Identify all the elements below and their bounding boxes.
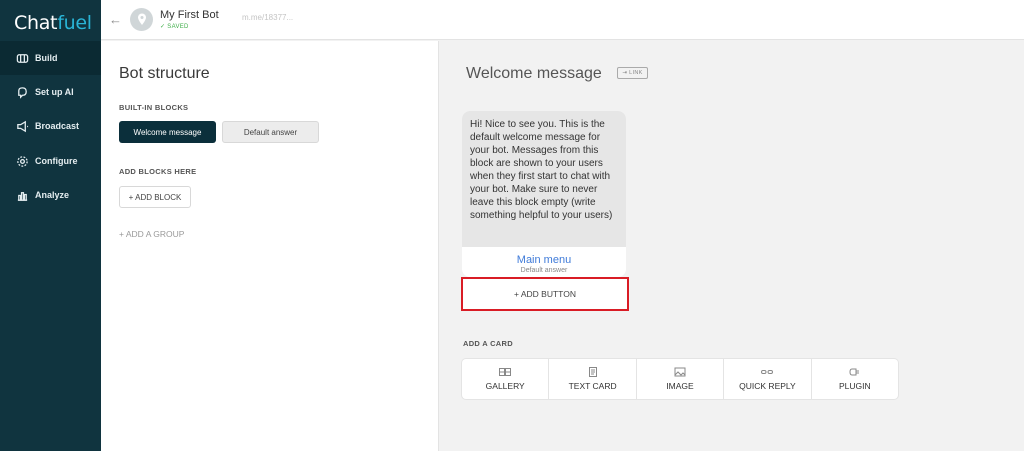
link-button[interactable]: ⇥ LINK [617,67,648,79]
sidebar-item-set-up-ai[interactable]: Set up AI [0,75,101,109]
builtin-blocks-label: BUILT-IN BLOCKS [119,103,189,112]
sidebar-item-build[interactable]: Build [0,41,101,75]
plugin-icon [849,368,859,376]
top-bar: ← My First Bot ✓ SAVED m.me/18377... [101,0,1024,40]
block-title[interactable]: Welcome message [466,65,602,83]
ai-icon [18,86,27,99]
back-arrow-icon[interactable]: ← [109,12,122,27]
add-card-label: ADD A CARD [463,339,513,348]
chatfuel-logo[interactable]: Chatfuel [14,12,92,34]
text-card-button[interactable]: TEXT CARD [549,359,637,399]
bot-link[interactable]: m.me/18377... [242,13,293,22]
card-text[interactable]: Hi! Nice to see you. This is the default… [462,111,626,247]
text-card: Hi! Nice to see you. This is the default… [462,111,626,277]
saved-status: ✓ SAVED [160,24,189,30]
megaphone-icon [17,120,29,132]
text-card-icon [588,367,597,377]
card-type-label: IMAGE [666,381,694,391]
card-type-label: TEXT CARD [568,381,617,391]
sidebar-item-label: Build [35,53,58,63]
panel-title: Bot structure [119,65,210,82]
bot-avatar[interactable] [130,8,153,31]
sidebar-item-configure[interactable]: Configure [0,144,101,178]
card-button-subtitle: Default answer [520,267,568,274]
card-button-title: Main menu [516,254,572,266]
card-type-label: QUICK REPLY [739,381,796,391]
bar-chart-icon [17,191,28,201]
plugin-card-button[interactable]: PLUGIN [812,359,898,399]
welcome-message-block[interactable]: Welcome message [119,121,216,143]
gallery-icon [499,368,512,376]
gear-icon [17,155,28,167]
default-answer-block[interactable]: Default answer [222,121,319,143]
card-type-bar: GALLERY TEXT CARD IMAGE QUICK REPLY PLUG… [462,359,898,399]
sidebar-item-label: Set up AI [35,87,74,97]
card-type-label: GALLERY [485,381,525,391]
card-type-label: PLUGIN [839,381,871,391]
add-blocks-label: ADD BLOCKS HERE [119,167,197,176]
sidebar-item-label: Analyze [35,190,70,200]
location-pin-icon [137,13,146,25]
sidebar-item-broadcast[interactable]: Broadcast [0,109,101,143]
add-button[interactable]: + ADD BUTTON [461,277,629,311]
build-icon [16,53,29,63]
sidebar-item-label: Broadcast [35,121,80,131]
sidebar: Chatfuel Build Set up AI Broadcast Confi… [0,0,101,451]
gallery-card-button[interactable]: GALLERY [462,359,550,399]
sidebar-item-label: Configure [35,156,78,166]
sidebar-item-analyze[interactable]: Analyze [0,178,101,212]
quick-reply-icon [761,370,774,374]
bot-name[interactable]: My First Bot [160,9,219,21]
image-icon [674,367,686,377]
quick-reply-card-button[interactable]: QUICK REPLY [724,359,812,399]
add-group-button[interactable]: + ADD A GROUP [119,229,184,239]
add-block-button[interactable]: + ADD BLOCK [119,186,191,208]
bot-structure-panel: Bot structure BUILT-IN BLOCKS Welcome me… [101,41,439,451]
main-menu-button[interactable]: Main menu Default answer [462,247,626,277]
image-card-button[interactable]: IMAGE [637,359,725,399]
